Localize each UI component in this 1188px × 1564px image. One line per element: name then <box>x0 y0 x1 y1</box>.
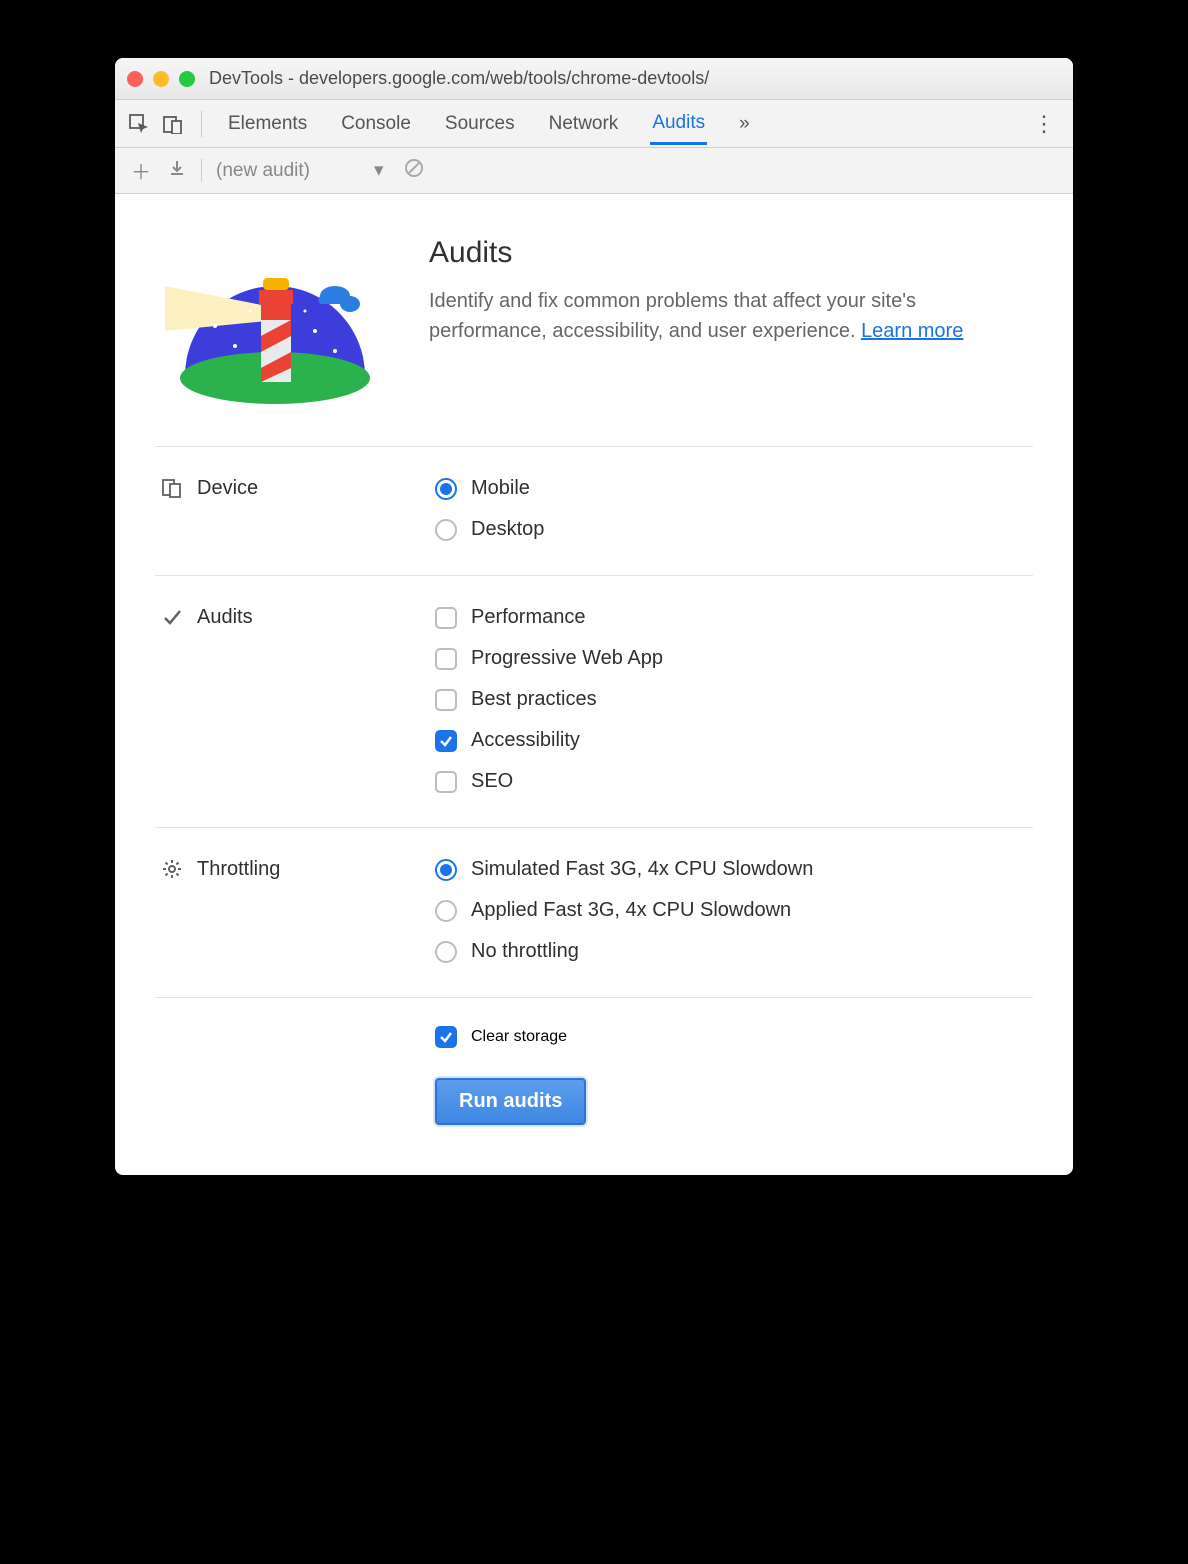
window-title: DevTools - developers.google.com/web/too… <box>209 68 709 89</box>
download-icon[interactable] <box>165 159 189 183</box>
audits-panel-content: Audits Identify and fix common problems … <box>115 194 1073 1175</box>
checkbox-icon <box>435 689 457 711</box>
window-titlebar: DevTools - developers.google.com/web/too… <box>115 58 1073 100</box>
tab-network[interactable]: Network <box>547 103 621 145</box>
option-label: Best practices <box>471 688 597 711</box>
option-label: Desktop <box>471 518 544 541</box>
separator <box>201 111 202 137</box>
throttling-option-applied[interactable]: Applied Fast 3G, 4x CPU Slowdown <box>435 899 813 922</box>
gear-icon <box>161 858 183 880</box>
check-icon <box>161 606 183 628</box>
checkbox-icon <box>435 730 457 752</box>
device-section-label: Device <box>155 477 435 541</box>
radio-icon <box>435 900 457 922</box>
option-label: Accessibility <box>471 729 580 752</box>
option-label: SEO <box>471 770 513 793</box>
option-label: Mobile <box>471 477 530 500</box>
option-label: Progressive Web App <box>471 647 663 670</box>
audit-option-best-practices[interactable]: Best practices <box>435 688 663 711</box>
devtools-window: DevTools - developers.google.com/web/too… <box>115 58 1073 1175</box>
chevron-down-icon: ▾ <box>374 159 384 182</box>
tab-elements[interactable]: Elements <box>226 103 309 145</box>
close-window-button[interactable] <box>127 71 143 87</box>
learn-more-link[interactable]: Learn more <box>861 320 963 342</box>
inspect-element-icon[interactable] <box>125 110 153 138</box>
lighthouse-illustration <box>155 236 395 406</box>
throttling-section-label: Throttling <box>155 858 435 963</box>
audit-selector-label: (new audit) <box>216 160 310 182</box>
checkbox-icon <box>435 607 457 629</box>
tab-audits[interactable]: Audits <box>650 102 707 145</box>
device-option-mobile[interactable]: Mobile <box>435 477 544 500</box>
audit-option-pwa[interactable]: Progressive Web App <box>435 647 663 670</box>
audit-option-accessibility[interactable]: Accessibility <box>435 729 663 752</box>
radio-icon <box>435 941 457 963</box>
footer-section: Clear storage Run audits <box>155 997 1033 1125</box>
audits-options: Performance Progressive Web App Best pra… <box>435 606 663 793</box>
audit-option-performance[interactable]: Performance <box>435 606 663 629</box>
device-toolbar-icon[interactable] <box>159 110 187 138</box>
maximize-window-button[interactable] <box>179 71 195 87</box>
device-section: Device Mobile Desktop <box>155 446 1033 575</box>
radio-icon <box>435 478 457 500</box>
tab-sources[interactable]: Sources <box>443 103 517 145</box>
checkbox-icon <box>435 771 457 793</box>
option-label: Performance <box>471 606 586 629</box>
tab-console[interactable]: Console <box>339 103 413 145</box>
audits-description-text: Identify and fix common problems that af… <box>429 290 916 342</box>
throttling-option-simulated[interactable]: Simulated Fast 3G, 4x CPU Slowdown <box>435 858 813 881</box>
panel-tabs: Elements Console Sources Network Audits … <box>216 102 1019 145</box>
audit-selector-dropdown[interactable]: (new audit) ▾ <box>201 159 384 182</box>
traffic-lights <box>127 71 195 87</box>
checkbox-icon <box>435 1026 457 1048</box>
audits-description: Identify and fix common problems that af… <box>429 286 1033 346</box>
audits-header: Audits Identify and fix common problems … <box>155 236 1033 406</box>
radio-icon <box>435 859 457 881</box>
device-icon <box>161 477 183 499</box>
minimize-window-button[interactable] <box>153 71 169 87</box>
option-label: Simulated Fast 3G, 4x CPU Slowdown <box>471 858 813 881</box>
audits-selection-section: Audits Performance Progressive Web App B… <box>155 575 1033 827</box>
audits-subtoolbar: ＋ (new audit) ▾ <box>115 148 1073 194</box>
run-audits-button[interactable]: Run audits <box>435 1078 586 1125</box>
throttling-section: Throttling Simulated Fast 3G, 4x CPU Slo… <box>155 827 1033 997</box>
audit-option-seo[interactable]: SEO <box>435 770 663 793</box>
audits-section-label: Audits <box>155 606 435 793</box>
radio-icon <box>435 519 457 541</box>
throttling-option-none[interactable]: No throttling <box>435 940 813 963</box>
option-label: Applied Fast 3G, 4x CPU Slowdown <box>471 899 791 922</box>
more-options-icon[interactable]: ⋮ <box>1025 111 1063 137</box>
clear-storage-option[interactable]: Clear storage <box>435 1026 567 1048</box>
devtools-main-toolbar: Elements Console Sources Network Audits … <box>115 100 1073 148</box>
checkbox-icon <box>435 648 457 670</box>
device-label-text: Device <box>197 477 258 500</box>
device-options: Mobile Desktop <box>435 477 544 541</box>
clear-icon[interactable] <box>402 158 426 184</box>
option-label: No throttling <box>471 940 579 963</box>
clear-storage-label: Clear storage <box>471 1028 567 1046</box>
audits-heading: Audits <box>429 236 1033 270</box>
audits-intro-text: Audits Identify and fix common problems … <box>429 236 1033 346</box>
tabs-overflow-icon[interactable]: » <box>737 103 752 145</box>
audits-label-text: Audits <box>197 606 253 629</box>
throttling-options: Simulated Fast 3G, 4x CPU Slowdown Appli… <box>435 858 813 963</box>
new-audit-icon[interactable]: ＋ <box>129 156 153 185</box>
throttling-label-text: Throttling <box>197 858 280 881</box>
device-option-desktop[interactable]: Desktop <box>435 518 544 541</box>
